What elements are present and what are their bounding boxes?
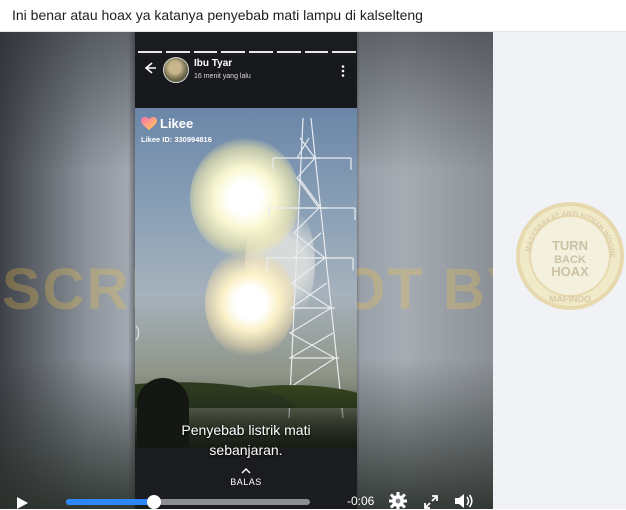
play-icon[interactable] [15,497,29,509]
post-caption: Ini benar atau hoax ya katanya penyebab … [12,7,423,23]
mafindo-seal: MASYARAKAT ANTI FITNAH INDONESIA TURN BA… [514,190,624,310]
svg-text:TURN: TURN [552,238,588,253]
svg-text:HOAX: HOAX [551,264,589,279]
player-controls: -0:06 [0,488,493,510]
story-progress-segment [276,51,301,53]
likee-brand-name: Likee [160,116,194,131]
volume-icon[interactable] [453,492,475,510]
video-player[interactable]: SCREENSHOT BY Ibu Tyar 16 menit yang lal… [0,32,493,509]
svg-text:MAFINDO: MAFINDO [549,294,591,304]
story-progress-segment [138,51,162,53]
subtitle-line-1: Penyebab listrik mati [181,422,311,438]
video-frame: Likee Likee ID: 330994816 [135,108,357,448]
subtitle-line-2: sebanjaran. [209,442,283,458]
arrow-left-icon[interactable] [142,60,158,76]
likee-logo: Likee [141,116,193,131]
story-progress-segment [221,51,245,53]
story-progress-segment [304,51,329,53]
chevron-up-icon [241,468,251,474]
heart-icon [141,116,157,130]
user-avatar[interactable] [163,57,189,83]
story-phone-frame: Ibu Tyar 16 menit yang lalu Likee Likee … [135,32,357,509]
user-name[interactable]: Ibu Tyar [194,58,232,69]
story-header: Ibu Tyar 16 menit yang lalu [135,56,357,108]
reply-label: BALAS [230,477,262,487]
progress-fill [66,499,154,505]
video-subtitle: Penyebab listrik mati sebanjaran. [135,420,357,460]
story-progress-segment [165,51,190,53]
story-progress-segment [193,51,218,53]
time-remaining: -0:06 [347,494,375,508]
progress-knob[interactable] [147,495,161,509]
story-progress-segment [332,51,356,53]
left-edge-mark: ) [135,324,141,341]
post-time: 16 menit yang lalu [194,73,251,80]
gear-icon[interactable] [389,492,407,510]
likee-id: Likee ID: 330994816 [141,135,212,144]
more-vertical-icon[interactable] [337,64,349,78]
reply-button[interactable]: BALAS [135,468,357,487]
story-progress-segment [249,51,273,53]
story-progress-bar [138,51,356,53]
expand-icon[interactable] [423,494,439,510]
